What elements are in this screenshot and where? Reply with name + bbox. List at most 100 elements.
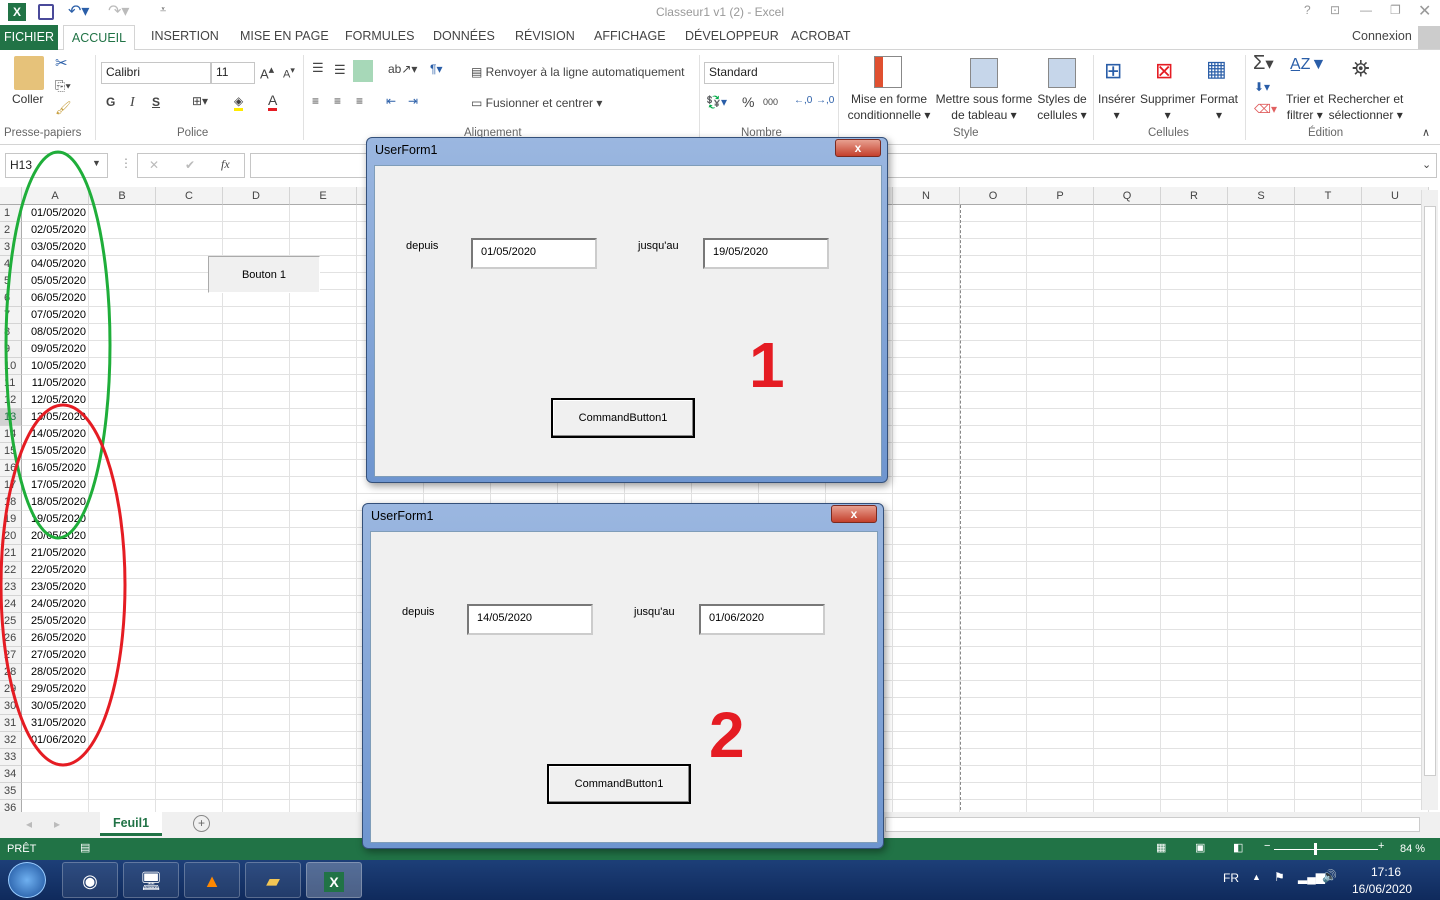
column-header-T[interactable]: T bbox=[1295, 187, 1362, 205]
cell-R7[interactable] bbox=[1161, 307, 1228, 324]
tab-developpeur[interactable]: DÉVELOPPEUR bbox=[685, 29, 779, 43]
cell-O27[interactable] bbox=[960, 647, 1027, 664]
cell-D30[interactable] bbox=[223, 698, 290, 715]
align-middle-icon[interactable]: ☰ bbox=[334, 62, 346, 78]
cell-T22[interactable] bbox=[1295, 562, 1362, 579]
command-button-1[interactable]: CommandButton1 bbox=[547, 764, 691, 804]
cell-N28[interactable] bbox=[893, 664, 960, 681]
cell-U1[interactable] bbox=[1362, 205, 1429, 222]
cell-O23[interactable] bbox=[960, 579, 1027, 596]
cell-O35[interactable] bbox=[960, 783, 1027, 800]
cell-P7[interactable] bbox=[1027, 307, 1094, 324]
cell-N34[interactable] bbox=[893, 766, 960, 783]
cell-S14[interactable] bbox=[1228, 426, 1295, 443]
cell-S13[interactable] bbox=[1228, 409, 1295, 426]
cell-S3[interactable] bbox=[1228, 239, 1295, 256]
cell-O33[interactable] bbox=[960, 749, 1027, 766]
cell-U28[interactable] bbox=[1362, 664, 1429, 681]
cell-B35[interactable] bbox=[89, 783, 156, 800]
cell-S23[interactable] bbox=[1228, 579, 1295, 596]
cell-R13[interactable] bbox=[1161, 409, 1228, 426]
cell-D3[interactable] bbox=[223, 239, 290, 256]
zoom-slider-thumb[interactable] bbox=[1314, 843, 1317, 855]
page-layout-icon[interactable]: ▣ bbox=[1195, 841, 1205, 854]
cell-O2[interactable] bbox=[960, 222, 1027, 239]
cell-U32[interactable] bbox=[1362, 732, 1429, 749]
cell-C2[interactable] bbox=[156, 222, 223, 239]
cell-N18[interactable] bbox=[893, 494, 960, 511]
cell-U4[interactable] bbox=[1362, 256, 1429, 273]
cell-Q26[interactable] bbox=[1094, 630, 1161, 647]
cell-Q6[interactable] bbox=[1094, 290, 1161, 307]
cell-T8[interactable] bbox=[1295, 324, 1362, 341]
cell-U2[interactable] bbox=[1362, 222, 1429, 239]
command-button-1[interactable]: CommandButton1 bbox=[551, 398, 695, 438]
cell-S12[interactable] bbox=[1228, 392, 1295, 409]
grow-font-icon[interactable]: A▴ bbox=[260, 63, 274, 81]
cell-C27[interactable] bbox=[156, 647, 223, 664]
column-header-R[interactable]: R bbox=[1161, 187, 1228, 205]
cell-N13[interactable] bbox=[893, 409, 960, 426]
cell-U33[interactable] bbox=[1362, 749, 1429, 766]
cell-Q19[interactable] bbox=[1094, 511, 1161, 528]
cell-O17[interactable] bbox=[960, 477, 1027, 494]
cell-U26[interactable] bbox=[1362, 630, 1429, 647]
orientation-icon[interactable]: ab↗▾ bbox=[388, 62, 417, 76]
cell-P2[interactable] bbox=[1027, 222, 1094, 239]
cell-R17[interactable] bbox=[1161, 477, 1228, 494]
new-sheet-button[interactable]: + bbox=[193, 815, 210, 832]
cell-N15[interactable] bbox=[893, 443, 960, 460]
cell-S5[interactable] bbox=[1228, 273, 1295, 290]
cell-U23[interactable] bbox=[1362, 579, 1429, 596]
cell-E31[interactable] bbox=[290, 715, 357, 732]
cell-N12[interactable] bbox=[893, 392, 960, 409]
computer-taskbar-icon[interactable]: 🖥 bbox=[123, 862, 179, 898]
cell-C33[interactable] bbox=[156, 749, 223, 766]
cell-O5[interactable] bbox=[960, 273, 1027, 290]
cell-R12[interactable] bbox=[1161, 392, 1228, 409]
cell-T11[interactable] bbox=[1295, 375, 1362, 392]
cell-S18[interactable] bbox=[1228, 494, 1295, 511]
ribbon-display-icon[interactable]: ⊡ bbox=[1330, 3, 1340, 17]
cell-U29[interactable] bbox=[1362, 681, 1429, 698]
conditional-format-button[interactable]: Mise en forme conditionnelle ▾ bbox=[844, 91, 934, 123]
cell-Q4[interactable] bbox=[1094, 256, 1161, 273]
cell-E7[interactable] bbox=[290, 307, 357, 324]
cell-D17[interactable] bbox=[223, 477, 290, 494]
cell-Q11[interactable] bbox=[1094, 375, 1161, 392]
cell-E23[interactable] bbox=[290, 579, 357, 596]
tray-expand-icon[interactable]: ▲ bbox=[1252, 872, 1261, 882]
cell-E3[interactable] bbox=[290, 239, 357, 256]
cell-Q12[interactable] bbox=[1094, 392, 1161, 409]
cell-E34[interactable] bbox=[290, 766, 357, 783]
cell-T4[interactable] bbox=[1295, 256, 1362, 273]
cell-N27[interactable] bbox=[893, 647, 960, 664]
sort-filter-button[interactable]: Trier et filtrer ▾ bbox=[1286, 91, 1324, 123]
cell-D29[interactable] bbox=[223, 681, 290, 698]
cell-R28[interactable] bbox=[1161, 664, 1228, 681]
cell-P16[interactable] bbox=[1027, 460, 1094, 477]
scroll-thumb[interactable] bbox=[1424, 206, 1436, 776]
cell-E26[interactable] bbox=[290, 630, 357, 647]
cell-P34[interactable] bbox=[1027, 766, 1094, 783]
cell-R5[interactable] bbox=[1161, 273, 1228, 290]
cell-R1[interactable] bbox=[1161, 205, 1228, 222]
cell-C16[interactable] bbox=[156, 460, 223, 477]
prev-sheet-icon[interactable]: ◂ bbox=[26, 817, 32, 831]
cell-R24[interactable] bbox=[1161, 596, 1228, 613]
cell-C20[interactable] bbox=[156, 528, 223, 545]
cell-P9[interactable] bbox=[1027, 341, 1094, 358]
zoom-slider[interactable] bbox=[1274, 849, 1378, 850]
cell-N3[interactable] bbox=[893, 239, 960, 256]
cell-D7[interactable] bbox=[223, 307, 290, 324]
restore-button[interactable]: ❐ bbox=[1390, 3, 1401, 17]
cell-P3[interactable] bbox=[1027, 239, 1094, 256]
cell-N24[interactable] bbox=[893, 596, 960, 613]
cell-O28[interactable] bbox=[960, 664, 1027, 681]
cell-O31[interactable] bbox=[960, 715, 1027, 732]
column-header-E[interactable]: E bbox=[290, 187, 357, 205]
cell-C23[interactable] bbox=[156, 579, 223, 596]
cell-T27[interactable] bbox=[1295, 647, 1362, 664]
find-select-button[interactable]: Rechercher et sélectionner ▾ bbox=[1328, 91, 1403, 123]
cell-E24[interactable] bbox=[290, 596, 357, 613]
